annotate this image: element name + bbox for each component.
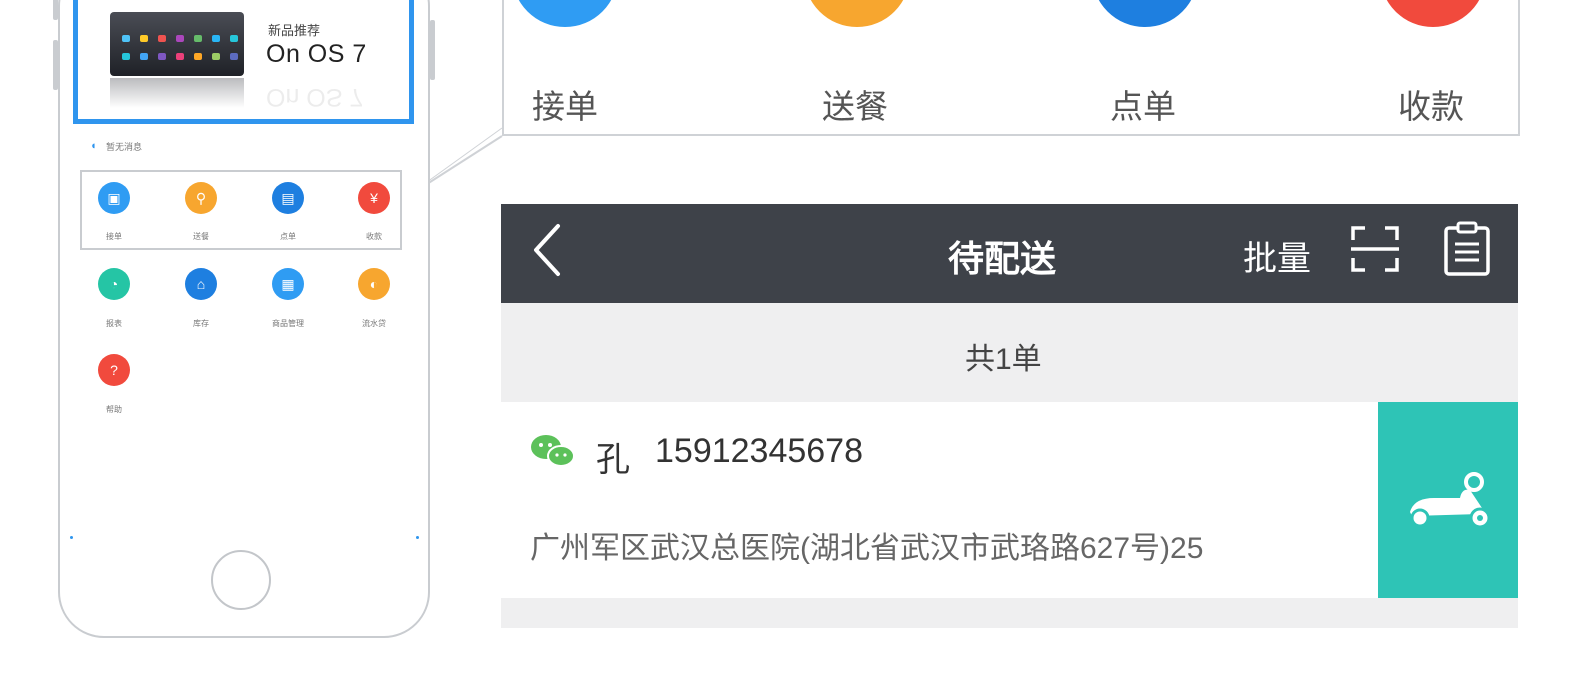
screen-edge-dot <box>70 536 73 539</box>
customer-address: 广州军区武汉总医院(湖北省武汉市武珞路627号)25 <box>530 532 1204 565</box>
mini-label-loan: 流水贷 <box>362 319 386 328</box>
mini-label-report: 报表 <box>106 319 122 328</box>
mini-label-stock: 库存 <box>193 319 209 328</box>
wechat-icon <box>531 435 575 467</box>
phone-side-button <box>53 0 58 20</box>
mini-report-icon[interactable]: ◔ <box>98 268 130 300</box>
scooter-icon <box>1410 472 1491 529</box>
banner-subtitle: 新品推荐 <box>268 23 321 38</box>
mini-label-menu: 点单 <box>280 232 296 241</box>
tablet-app-dot <box>176 35 184 42</box>
mini-order-icon[interactable]: ▣ <box>98 182 130 214</box>
mini-label-help: 帮助 <box>106 405 122 414</box>
order-count: 共1单 <box>965 343 1042 376</box>
screen-edge-dot <box>416 536 419 539</box>
tablet-app-dot <box>140 35 148 42</box>
mini-menu-icon[interactable]: ▤ <box>272 182 304 214</box>
notice-text: 暂无消息 <box>106 142 143 152</box>
order-list-item[interactable] <box>501 402 1518 598</box>
customer-name: 孔 <box>596 441 630 479</box>
mini-scooter-icon[interactable]: ⚲ <box>185 182 217 214</box>
tablet-app-dot <box>158 35 166 42</box>
back-chevron-icon[interactable] <box>528 218 568 282</box>
scan-icon[interactable] <box>1349 222 1401 276</box>
phone-volume-button <box>53 40 58 90</box>
tablet-app-dot <box>212 53 220 60</box>
tablet-app-dot <box>230 35 238 42</box>
action-label-payment[interactable]: 收款 <box>1398 80 1464 128</box>
zoomed-action-panel <box>502 0 1520 136</box>
tablet-app-dot <box>122 35 130 42</box>
mini-stock-icon[interactable]: ⌂ <box>185 268 217 300</box>
tablet-app-dot <box>122 53 130 60</box>
tablet-app-dot <box>176 53 184 60</box>
mini-goods-icon[interactable]: ▦ <box>272 268 304 300</box>
tablet-reflection <box>110 78 244 108</box>
clipboard-icon[interactable] <box>1442 220 1492 278</box>
tablet-app-dot <box>230 53 238 60</box>
mini-label-deliver: 送餐 <box>193 232 209 241</box>
banner-title-reflection: On OS 7 <box>266 83 364 111</box>
mini-label-payment: 收款 <box>366 232 382 241</box>
batch-button[interactable]: 批量 <box>1243 231 1311 280</box>
phone-power-button <box>430 20 435 80</box>
tablet-app-dot <box>212 35 220 42</box>
mini-label-goods: 商品管理 <box>272 319 304 328</box>
mini-payment-icon[interactable]: ¥ <box>358 182 390 214</box>
banner-title: On OS 7 <box>266 40 367 68</box>
speaker-icon: ◖ <box>90 140 97 152</box>
page-title: 待配送 <box>948 238 1057 279</box>
action-label-deliver[interactable]: 送餐 <box>822 80 888 128</box>
tablet-image <box>110 12 244 76</box>
mini-label-order: 接单 <box>106 232 122 241</box>
mini-help-icon[interactable]: ? <box>98 354 130 386</box>
list-divider <box>501 598 1518 628</box>
home-button[interactable] <box>211 550 271 610</box>
mini-loan-icon[interactable]: ◐ <box>358 268 390 300</box>
customer-phone[interactable]: 15912345678 <box>655 432 863 471</box>
tablet-app-dot <box>194 53 202 60</box>
action-label-menu[interactable]: 点单 <box>1110 80 1176 128</box>
tablet-app-dot <box>194 35 202 42</box>
action-label-order[interactable]: 接单 <box>532 80 598 128</box>
tablet-app-dot <box>158 53 166 60</box>
tablet-app-dot <box>140 53 148 60</box>
